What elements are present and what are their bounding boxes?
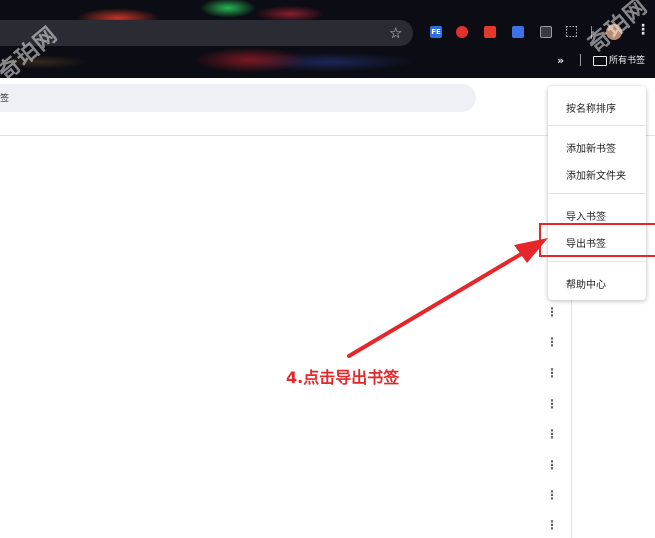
annotation-arrow: [347, 238, 548, 358]
annotation-label: 4.点击导出书签: [286, 368, 400, 387]
